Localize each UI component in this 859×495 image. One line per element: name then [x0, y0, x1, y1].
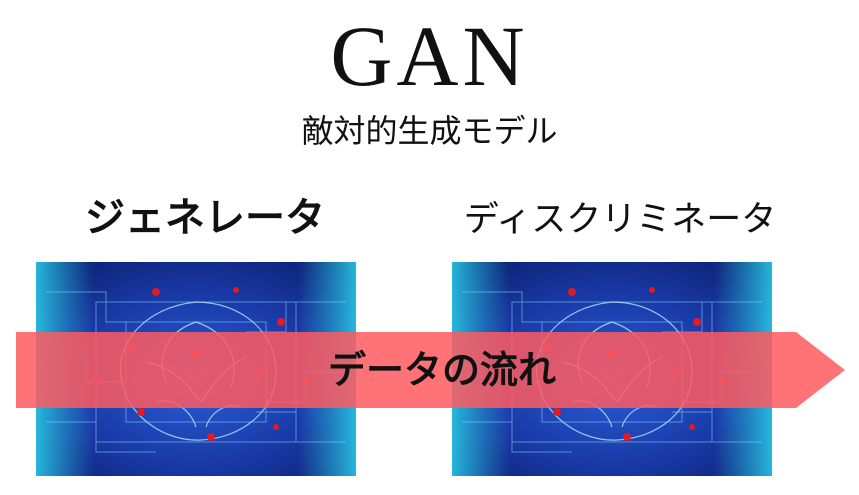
discriminator-label: ディスクリミネータ: [463, 200, 777, 240]
data-flow-label: データの流れ: [327, 348, 556, 392]
generator-label: ジェネレータ: [85, 195, 325, 241]
diagram-title: GAN: [330, 8, 529, 104]
diagram-subtitle: 敵対的生成モデル: [301, 112, 558, 150]
